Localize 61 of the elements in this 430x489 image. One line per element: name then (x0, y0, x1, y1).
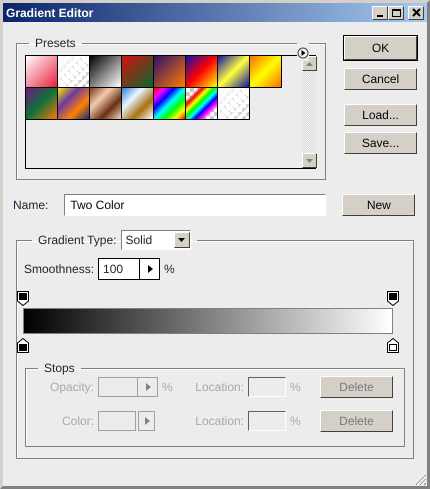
percent-label: % (162, 379, 174, 396)
gradient-swatch[interactable] (58, 88, 90, 120)
name-field[interactable]: Two Color (64, 194, 326, 216)
opacity-stop-handle[interactable] (387, 291, 399, 306)
scroll-down-icon (306, 158, 313, 162)
gradient-swatch[interactable] (186, 56, 218, 88)
close-icon (412, 8, 420, 17)
scroll-up-icon (306, 62, 313, 66)
stops-label: Stops (43, 361, 76, 375)
color-stop-handle[interactable] (387, 338, 399, 354)
color-menu-button[interactable] (138, 411, 155, 431)
arrow-icon (146, 264, 154, 274)
menu-icon[interactable] (297, 46, 309, 59)
color-label: Color: (60, 413, 94, 430)
location-label: Location: (194, 379, 244, 396)
maximize-button[interactable] (388, 6, 404, 20)
dialog-button[interactable]: Cancel (344, 68, 417, 90)
dropdown-arrow-icon (178, 238, 185, 242)
minimize-button[interactable] (372, 6, 388, 20)
scrollbar[interactable] (301, 56, 316, 168)
color-stop-handle[interactable] (17, 338, 29, 354)
gradient-swatch[interactable] (58, 56, 90, 88)
location-field[interactable] (248, 411, 286, 431)
dialog-button[interactable]: Load... (344, 104, 417, 126)
smoothness-field[interactable]: 100 (98, 258, 160, 280)
gradient-swatch[interactable] (154, 56, 186, 88)
gradient-swatch[interactable] (122, 88, 154, 120)
opacity-stop-handle[interactable] (17, 291, 29, 306)
close-button[interactable] (408, 6, 424, 20)
name-label: Name: (13, 197, 48, 214)
gradient-swatch[interactable] (122, 56, 154, 88)
gradient-swatch[interactable] (26, 56, 58, 88)
color-swatch[interactable] (98, 411, 136, 431)
gradient-type-label: Gradient Type: (38, 233, 116, 247)
location-field[interactable] (248, 377, 286, 397)
percent-label: % (290, 413, 302, 430)
dialog-button[interactable]: Save... (344, 132, 417, 154)
percent-label: % (290, 379, 302, 396)
arrow-icon (142, 416, 150, 426)
dialog-button[interactable]: OK (344, 36, 417, 60)
gradient-swatch[interactable] (218, 88, 250, 120)
gradient-swatch[interactable] (26, 88, 58, 120)
minimize-icon (377, 14, 383, 16)
percent-label: % (164, 261, 175, 278)
gradient-swatch[interactable] (90, 88, 122, 120)
gradient-swatch[interactable] (218, 56, 250, 88)
presets-label: Presets (34, 36, 77, 50)
gradient-swatch[interactable] (90, 56, 122, 88)
smoothness-label: Smoothness: (24, 261, 94, 278)
location-label: Location: (194, 413, 244, 430)
opacity-label: Opacity: (48, 379, 94, 396)
resize-grip-icon[interactable] (413, 472, 427, 486)
gradient-swatch[interactable] (250, 56, 282, 88)
gradient-type-dropdown[interactable]: Solid (120, 230, 190, 250)
opacity-field[interactable] (98, 377, 158, 397)
gradient-swatch[interactable] (186, 88, 218, 120)
window-title: Gradient Editor (6, 4, 94, 22)
gradient-swatch[interactable] (154, 88, 186, 120)
arrow-icon (144, 382, 152, 392)
new-button[interactable]: New (342, 194, 416, 216)
maximize-icon (392, 8, 400, 16)
